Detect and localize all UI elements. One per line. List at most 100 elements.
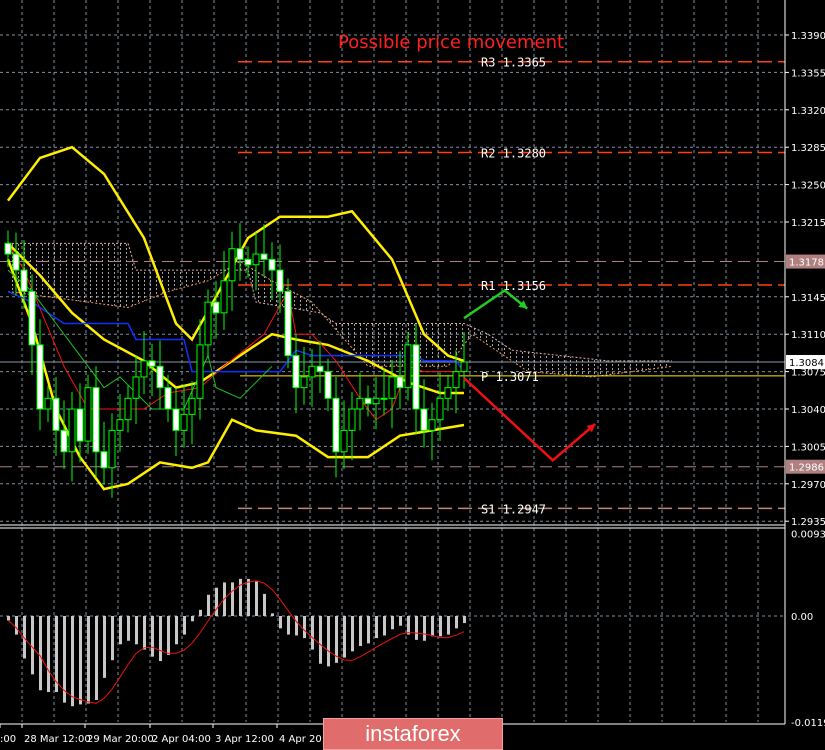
bear-candle [396,376,404,389]
macd-bar [287,616,290,635]
bear-candle [60,429,68,453]
price-tick-label: 1.3075 [791,368,825,379]
macd-tick-label: 0.00 [791,612,813,623]
bull-candle [372,397,380,405]
pivot-level-label: R3 1.3365 [481,56,546,70]
macd-bar [231,582,234,616]
macd-bar [455,616,458,629]
bull-candle [404,344,412,389]
bear-candle [244,258,252,266]
bear-candle [52,397,60,431]
bear-candle [36,344,44,410]
bull-candle [444,387,452,399]
macd-bar [127,616,130,641]
macd-bar [343,616,346,658]
bull-candle [180,413,188,431]
macd-tick-label: -0.01199 [791,718,825,729]
ichimoku-cloud [7,242,673,378]
bull-candle [124,397,132,421]
macd-bar [191,616,194,622]
macd-bar [407,616,410,635]
time-label: 3 Apr 12:00 [215,734,274,745]
indicator-lines [6,145,465,491]
bull-candle [388,376,396,399]
bearish-scenario-arrow [463,377,597,462]
time-label: :00 [0,734,16,745]
macd-tick-label: 0.00931 [791,530,825,541]
macd-bar [375,616,378,639]
macd-bar [271,613,274,616]
macd-signal-line [7,580,465,704]
macd-bar [79,616,82,705]
price-badge-label: 1.3084 [789,358,824,369]
macd-bar [151,616,154,657]
macd-bar [199,609,202,616]
macd-bar [399,616,402,626]
pivot-level-label: R1 1.3156 [481,279,546,293]
bear-candle [284,290,292,357]
macd-bar [103,616,106,678]
macd-bar [71,616,74,707]
macd-bar [255,581,258,616]
macd-bar [183,616,186,635]
macd-bar [39,616,42,691]
macd-bar [247,578,250,616]
bull-candle [348,408,356,431]
price-tick-label: 1.3040 [791,405,825,416]
macd-bar [351,616,354,652]
macd-bar [31,616,34,675]
macd-bar [207,594,210,616]
bear-candle [276,269,284,292]
macd-bar [295,616,298,636]
bull-candle [44,397,52,410]
macd-bar [119,616,122,645]
bear-candle [260,253,268,260]
bear-candle [172,408,180,431]
bear-candle [268,258,276,271]
bull-candle [252,253,260,266]
pivot-level-label: R2 1.3280 [481,147,546,161]
bull-candle [196,344,204,399]
bear-candle [4,242,12,255]
bear-candle [100,451,108,469]
price-chart[interactable]: R3 1.3365 R2 1.3280 R1 1.3156 P 1.3071 S1 1.… [0,0,825,750]
bull-candle [356,397,364,410]
bull-candle [132,376,140,399]
bull-candle [116,419,124,431]
bullish-scenario-arrow [463,288,528,320]
bear-candle [76,408,84,442]
time-label: 2 Apr 04:00 [152,734,211,745]
price-tick-label: 1.2970 [791,480,825,491]
price-tick-label: 1.3250 [791,181,825,192]
macd-bar [423,616,426,641]
macd-bar [279,616,282,629]
bear-candle [12,253,20,271]
macd-bar [447,616,450,635]
macd-bar [303,616,306,639]
price-tick-label: 1.2935 [791,517,825,528]
bull-candle [300,376,308,389]
bull-candle [380,397,388,400]
bear-candle [332,397,340,453]
bull-candle [308,365,316,378]
time-label: 28 Mar 12:00 [24,734,91,745]
price-tick-label: 1.3390 [791,31,825,42]
macd-bar [319,616,322,664]
bear-candle [28,290,36,346]
bear-candle [420,408,428,431]
bull-candle [108,429,116,469]
bull-candle [188,397,196,415]
macd-bar [263,593,266,616]
macd-bar [463,616,466,624]
bear-candle [316,365,324,373]
bear-candle [292,355,300,389]
bull-candle [452,371,460,389]
macd-bar [15,616,18,635]
macd-bar [359,616,362,647]
bull-candle [460,361,468,373]
macd-bar [95,616,98,700]
bull-candle [140,360,148,378]
bull-candle [340,429,348,453]
macd-bar [215,587,218,616]
price-tick-label: 1.3215 [791,218,825,229]
